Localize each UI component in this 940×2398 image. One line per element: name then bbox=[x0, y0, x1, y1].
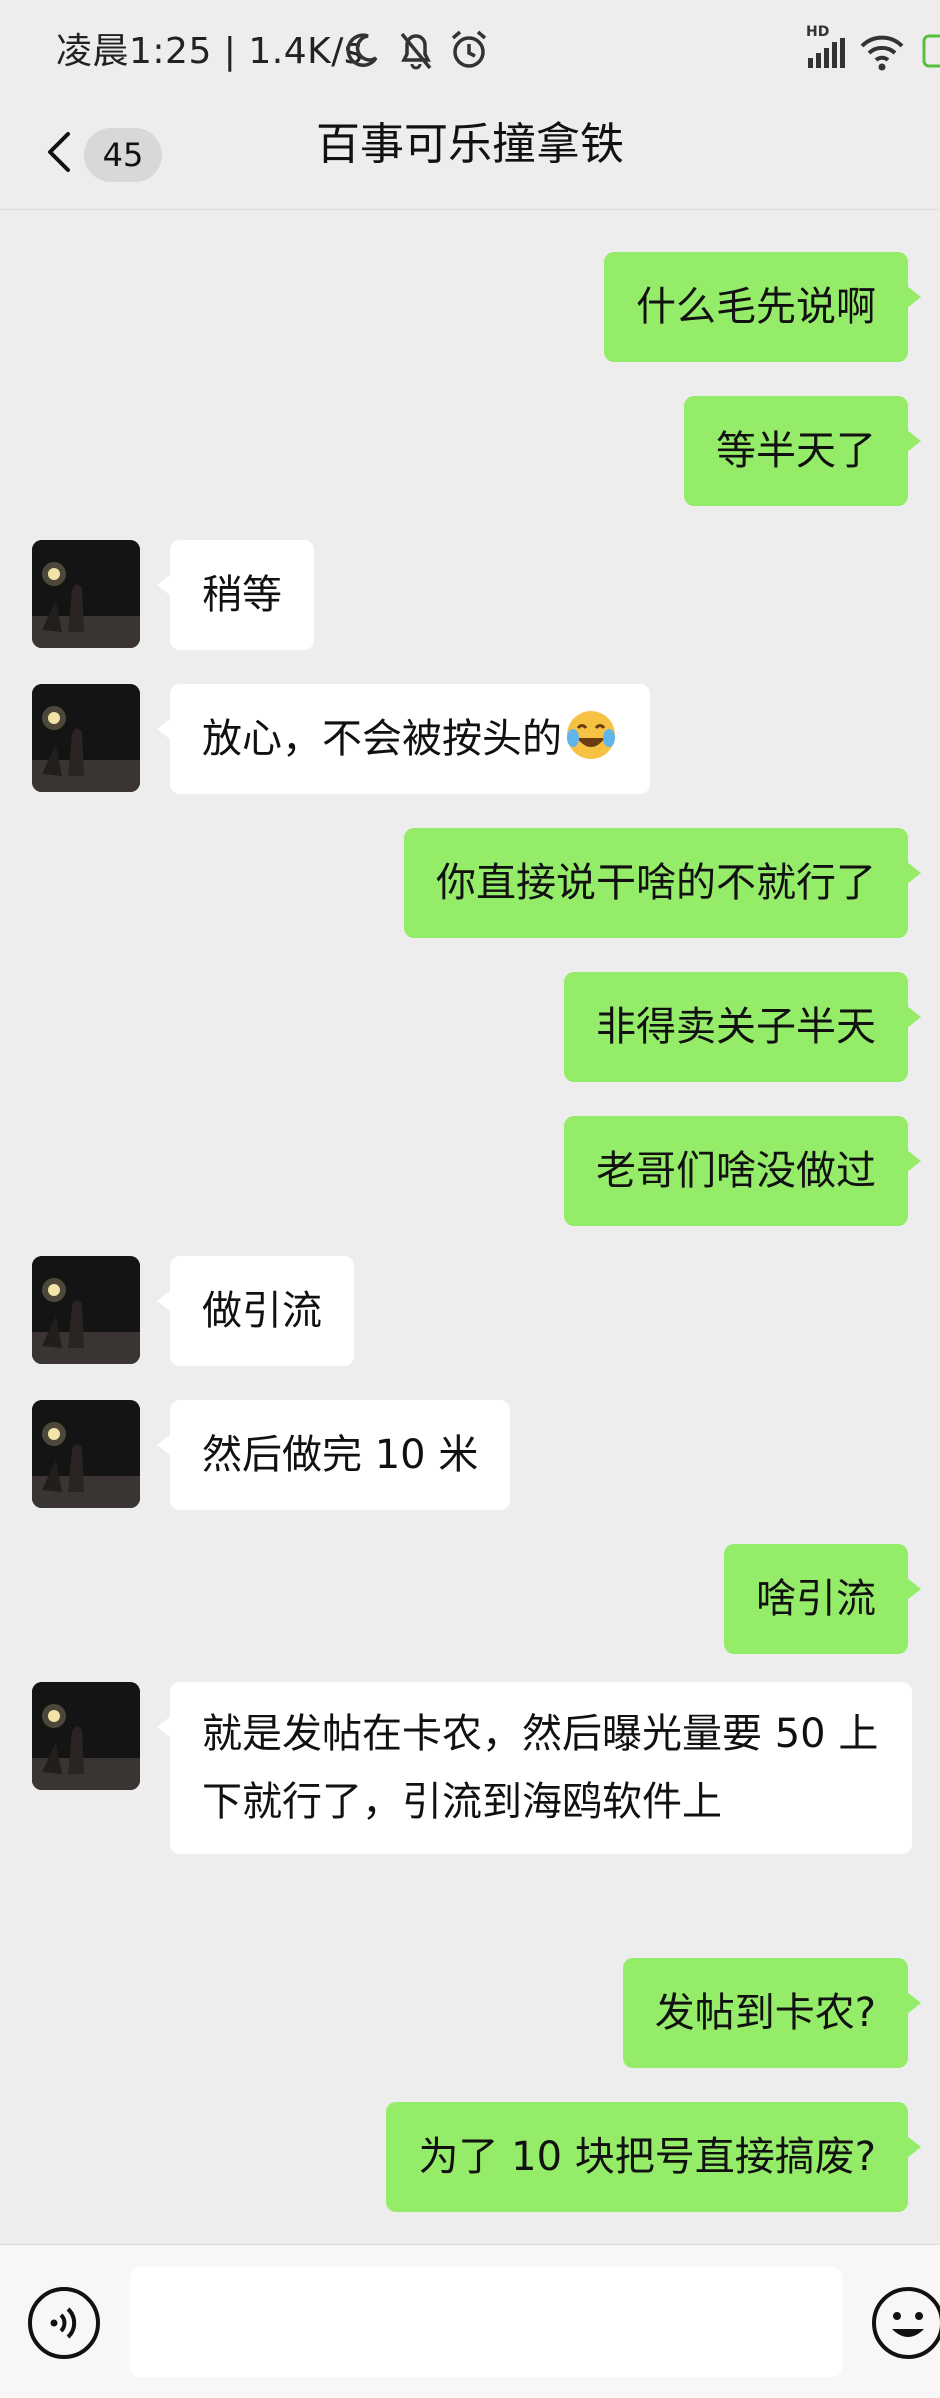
message-bubble[interactable]: 等半天了 bbox=[684, 396, 921, 506]
wifi-icon bbox=[860, 35, 904, 71]
message-bubble[interactable]: 就是发帖在卡农，然后曝光量要 50 上下就行了，引流到海鸥软件上 bbox=[157, 1682, 912, 1854]
moon-icon bbox=[346, 33, 378, 67]
battery-icon bbox=[922, 34, 940, 68]
input-bar bbox=[0, 2244, 940, 2398]
status-bar: 凌晨1:25 | 1.4K/s HD bbox=[0, 0, 940, 100]
message-text: 放心，不会被按头的 bbox=[202, 716, 562, 762]
message-bubble[interactable]: 非得卖关子半天 bbox=[564, 972, 921, 1082]
message-bubble[interactable]: 放心，不会被按头的 bbox=[157, 684, 650, 794]
alarm-icon bbox=[451, 30, 487, 68]
message-bubble[interactable]: 什么毛先说啊 bbox=[604, 252, 921, 362]
message-bubble[interactable]: 啥引流 bbox=[724, 1544, 921, 1654]
message-input[interactable] bbox=[130, 2267, 842, 2377]
avatar[interactable] bbox=[32, 1682, 140, 1790]
avatar-image bbox=[32, 684, 140, 792]
tears-of-joy-emoji-icon bbox=[567, 711, 615, 759]
voice-icon[interactable] bbox=[26, 2285, 102, 2361]
avatar-image bbox=[32, 540, 140, 648]
avatar[interactable] bbox=[32, 540, 140, 648]
status-text: 凌晨1:25 | 1.4K/s bbox=[56, 31, 364, 72]
message-bubble[interactable]: 为了 10 块把号直接搞废? bbox=[386, 2102, 921, 2212]
avatar[interactable] bbox=[32, 684, 140, 792]
avatar-image bbox=[32, 1256, 140, 1364]
avatar[interactable] bbox=[32, 1256, 140, 1364]
status-right-icons: HD bbox=[800, 24, 940, 74]
avatar-image bbox=[32, 1682, 140, 1790]
message-bubble[interactable]: 发帖到卡农? bbox=[622, 1958, 922, 2068]
avatar-image bbox=[32, 1400, 140, 1508]
message-bubble[interactable]: 老哥们啥没做过 bbox=[564, 1116, 921, 1226]
message-bubble[interactable]: 你直接说干啥的不就行了 bbox=[404, 828, 921, 938]
hd-signal-icon bbox=[808, 38, 845, 68]
message-bubble[interactable]: 做引流 bbox=[157, 1256, 354, 1366]
chat-title: 百事可乐撞拿铁 bbox=[316, 119, 624, 170]
avatar[interactable] bbox=[32, 1400, 140, 1508]
chat-header: 45 百事可乐撞拿铁 bbox=[0, 100, 940, 210]
mute-bell-icon bbox=[400, 32, 432, 70]
message-list[interactable]: 什么毛先说啊 等半天了 稍等 放心，不会被按头的 你直接说干啥的不就行了 非得卖… bbox=[0, 212, 940, 2242]
message-bubble[interactable]: 稍等 bbox=[157, 540, 314, 650]
emoji-icon[interactable] bbox=[870, 2285, 940, 2361]
message-bubble[interactable]: 然后做完 10 米 bbox=[156, 1400, 511, 1510]
